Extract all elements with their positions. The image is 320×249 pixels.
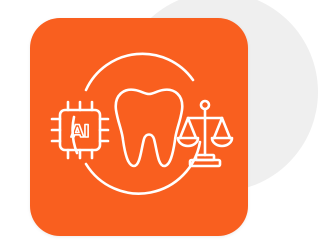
app-icon[interactable]: AI	[30, 18, 248, 236]
circle-ring-icon	[71, 52, 202, 195]
tooth-icon	[114, 88, 184, 168]
balance-scale-icon	[176, 99, 234, 168]
ai-dental-law-icon: AI	[50, 52, 234, 195]
chip-label: AI	[71, 122, 89, 142]
